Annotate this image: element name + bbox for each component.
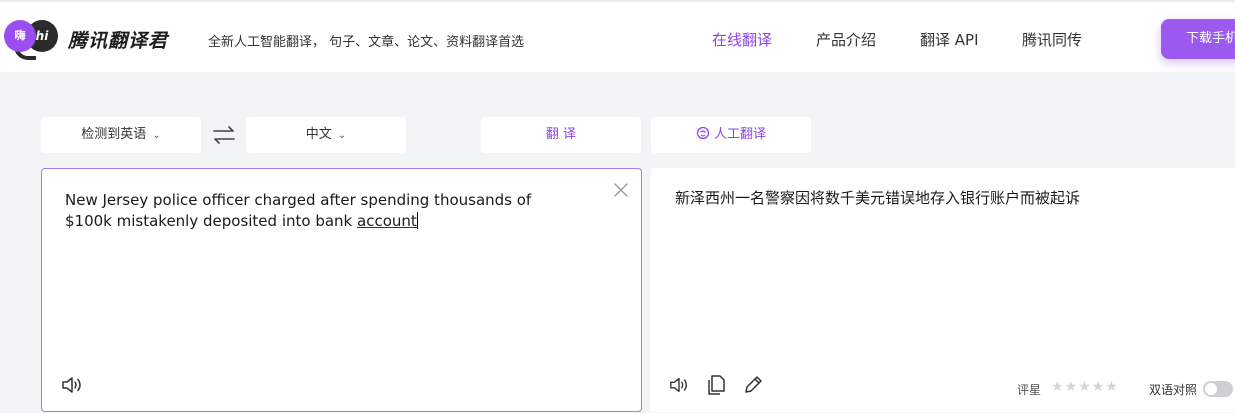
bilingual-toggle[interactable] [1203, 381, 1233, 397]
human-translate-button[interactable]: 人工翻译 [651, 117, 811, 153]
chevron-down-icon: ⌄ [337, 130, 347, 141]
text-caret [416, 212, 418, 229]
copy-icon[interactable] [705, 374, 727, 396]
target-language-select[interactable]: 中文 ⌄ [246, 117, 406, 153]
target-language-label: 中文 [305, 127, 332, 142]
rating-label: 评星 [1017, 383, 1042, 397]
target-text-panel: 新泽西州一名警察因将数千美元错误地存入银行账户而被起诉 评星 ★★★★★ 双语对… [650, 168, 1235, 412]
human-translate-label: 人工翻译 [713, 127, 766, 142]
translated-text: 新泽西州一名警察因将数千美元错误地存入银行账户而被起诉 [675, 189, 1081, 207]
nav-tencent-interpretation[interactable]: 腾讯同传 [1022, 29, 1082, 50]
top-navbar: hi 嗨 腾讯翻译君 全新人工智能翻译， 句子、文章、论文、资料翻译首选 在线翻… [0, 0, 1235, 72]
speaker-icon[interactable] [668, 374, 690, 396]
bilingual-label: 双语对照 [1149, 383, 1198, 397]
speaker-icon[interactable] [60, 374, 84, 396]
source-text-panel[interactable]: New Jersey police officer charged after … [41, 168, 642, 412]
nav-product-intro[interactable]: 产品介绍 [816, 29, 876, 50]
nav-online-translate[interactable]: 在线翻译 [712, 29, 772, 50]
logo-hai-circle: 嗨 [4, 20, 36, 52]
rating-stars[interactable]: ★★★★★ [1051, 379, 1119, 395]
source-text-line2: $100k mistakenly deposited into bank [65, 212, 358, 230]
nav-translate-api[interactable]: 翻译 API [920, 29, 979, 50]
source-text-line1: New Jersey police officer charged after … [65, 191, 532, 209]
edit-pencil-icon[interactable] [742, 374, 764, 396]
brand-name[interactable]: 腾讯翻译君 [68, 26, 168, 53]
source-text-input[interactable]: New Jersey police officer charged after … [65, 190, 585, 232]
human-translate-icon [696, 126, 710, 140]
slogan: 全新人工智能翻译， 句子、文章、论文、资料翻译首选 [208, 35, 525, 50]
source-language-select[interactable]: 检测到英语 ⌄ [41, 117, 201, 153]
swap-languages-icon[interactable] [212, 124, 236, 146]
download-app-button[interactable]: 下载手机 [1161, 19, 1235, 59]
close-icon[interactable] [613, 182, 629, 198]
logo-icon[interactable]: hi 嗨 [4, 18, 58, 60]
translate-button[interactable]: 翻 译 [481, 117, 641, 153]
source-language-label: 检测到英语 [81, 127, 147, 142]
chevron-down-icon: ⌄ [152, 130, 161, 141]
source-text-underlined-word: account [357, 212, 417, 230]
